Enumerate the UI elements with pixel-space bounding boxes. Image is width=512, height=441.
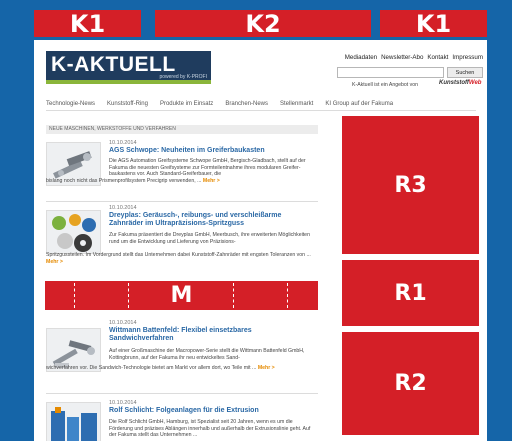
article-teaser-continued: wichverfahren vor. Die Sandwich-Technolo… [46, 365, 318, 372]
article-teaser: Die Rolf Schlicht GmbH, Hamburg, ist Spe… [109, 419, 311, 439]
article-title[interactable]: Dreyplas: Geräusch-, reibungs- und versc… [109, 212, 314, 228]
article-teaser: Auf einer Großmaschine der Macropower-Se… [109, 348, 305, 361]
article-item: 10.10.2014 Wittmann Battenfeld: Flexibel… [46, 320, 318, 382]
nav-produkte-im-einsatz[interactable]: Produkte im Einsatz [160, 101, 213, 107]
top-links: Mediadaten Newsletter-Abo Kontakt Impres… [345, 54, 483, 61]
more-link[interactable]: Mehr > [46, 259, 63, 265]
main-nav: Technologie-News Kunststoff-Ring Produkt… [46, 101, 466, 107]
tagline: K-Aktuell ist ein Angebot von [352, 82, 419, 88]
ad-slot-r3[interactable]: R3 [342, 116, 479, 254]
link-kontakt[interactable]: Kontakt [427, 54, 448, 61]
article-date: 10.10.2014 [109, 205, 137, 211]
article-divider [46, 393, 318, 394]
ad-slot-m[interactable]: M [45, 281, 318, 310]
ad-slot-r1[interactable]: R1 [342, 260, 479, 326]
article-title[interactable]: AGS Schwope: Neuheiten im Greiferbaukast… [109, 147, 314, 155]
ad-slot-k1-right[interactable]: K1 [380, 10, 487, 38]
article-teaser: Zur Fakuma präsentiert die Dreyplas GmbH… [109, 232, 310, 245]
search-input[interactable] [337, 67, 444, 78]
link-impressum[interactable]: Impressum [452, 54, 483, 61]
nav-ki-group-fakuma[interactable]: KI Group auf der Fakuma [325, 101, 393, 107]
site-logo[interactable]: K-AKTUELL powered by K-PROFI [46, 51, 211, 84]
ad-divider [74, 283, 75, 308]
partner-logo-a: Kunststoff [439, 80, 469, 86]
article-teaser: Die AGS Automation Greifsysteme Schwope … [109, 158, 306, 178]
article-date: 10.10.2014 [109, 400, 137, 406]
nav-technologie-news[interactable]: Technologie-News [46, 101, 95, 107]
ad-slot-k1-left[interactable]: K1 [34, 10, 141, 38]
article-divider [46, 201, 318, 202]
article-teaser-continued: bislang noch nicht das Prismenprofilsyst… [46, 178, 318, 185]
link-mediadaten[interactable]: Mediadaten [345, 54, 377, 61]
article-title[interactable]: Rolf Schlicht: Folgeanlagen für die Extr… [109, 407, 314, 415]
ad-slot-k2[interactable]: K2 [155, 10, 371, 38]
more-link[interactable]: Mehr > [258, 365, 275, 371]
partner-logo[interactable]: KunststoffWeb [439, 80, 481, 86]
article-teaser-text: Spritzgussteilen. Im Vordergrund stellt … [46, 252, 311, 258]
article-date: 10.10.2014 [109, 140, 137, 146]
nav-stellenmarkt[interactable]: Stellenmarkt [280, 101, 313, 107]
article-title[interactable]: Wittmann Battenfeld: Flexibel einsetzbar… [109, 327, 314, 343]
search-button[interactable]: Suchen [447, 67, 483, 78]
article-teaser-text: bislang noch nicht das Prismenprofilsyst… [46, 178, 202, 184]
nav-kunststoff-ring[interactable]: Kunststoff-Ring [107, 101, 148, 107]
ad-divider [233, 283, 234, 308]
article-thumbnail[interactable] [46, 210, 101, 254]
section-heading: NEUE MASCHINEN, WERKSTOFFE UND VERFAHREN [46, 125, 318, 134]
ad-slot-r2[interactable]: R2 [342, 332, 479, 435]
article-date: 10.10.2014 [109, 320, 137, 326]
more-link[interactable]: Mehr > [203, 178, 220, 184]
nav-divider [46, 110, 476, 111]
article-teaser-continued: Spritzgussteilen. Im Vordergrund stellt … [46, 252, 318, 265]
article-item: 10.10.2014 Dreyplas: Geräusch-, reibungs… [46, 205, 318, 275]
article-thumbnail[interactable] [46, 402, 101, 441]
article-item: 10.10.2014 Rolf Schlicht: Folgeanlagen f… [46, 400, 318, 441]
partner-logo-b: Web [468, 80, 482, 86]
article-item: 10.10.2014 AGS Schwope: Neuheiten im Gre… [46, 140, 318, 200]
ad-divider [128, 283, 129, 308]
ad-label-m: M [170, 283, 193, 308]
ad-divider [287, 283, 288, 308]
article-teaser-text: wichverfahren vor. Die Sandwich-Technolo… [46, 365, 257, 371]
nav-branchen-news[interactable]: Branchen-News [225, 101, 268, 107]
logo-subtitle: powered by K-PROFI [159, 74, 207, 80]
link-newsletter[interactable]: Newsletter-Abo [381, 54, 423, 61]
logo-text: K-AKTUELL [51, 53, 176, 76]
